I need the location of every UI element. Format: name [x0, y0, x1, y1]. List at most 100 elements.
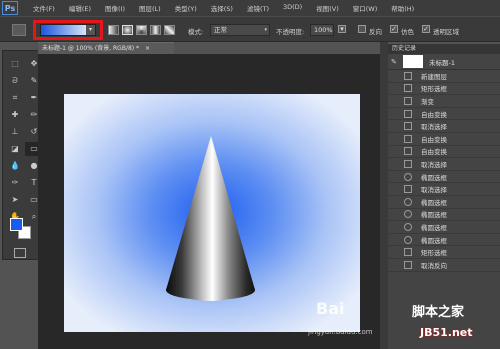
transparency-checkbox[interactable]: ✓: [422, 25, 430, 33]
panel-dock: [380, 42, 388, 349]
document-tab[interactable]: 未标题-1 @ 100% (背景, RGB/8) * ×: [38, 42, 174, 54]
menu-filter[interactable]: 滤镜(T): [240, 3, 276, 13]
history-item[interactable]: 椭圆选框: [388, 234, 500, 247]
history-item-label: 自由变换: [421, 110, 447, 119]
clone-stamp-icon[interactable]: ⊥: [6, 125, 24, 139]
opacity-value: 100%: [314, 26, 333, 34]
history-item-label: 椭圆选框: [421, 223, 447, 232]
history-item-label: 取消选择: [421, 123, 447, 132]
history-item-label: 取消选择: [421, 186, 447, 195]
diamond-gradient-button[interactable]: [164, 25, 175, 35]
history-item[interactable]: 取消选择: [388, 120, 500, 133]
crop-tool-icon[interactable]: ⌗: [6, 91, 24, 105]
lasso-tool-icon[interactable]: ᘐ: [6, 74, 24, 88]
history-list: 新建图层 矩形选框 渐变 自由变换 取消选择 自由变换 自由变换 取消选择 椭圆…: [388, 70, 500, 272]
history-item-label: 椭圆选框: [421, 211, 447, 220]
history-item[interactable]: 取消反向: [388, 259, 500, 272]
menu-help[interactable]: 帮助(H): [384, 3, 421, 13]
history-item[interactable]: 自由变换: [388, 108, 500, 121]
radial-gradient-button[interactable]: [122, 25, 133, 35]
blur-tool-icon[interactable]: 💧: [6, 159, 24, 173]
history-snapshot[interactable]: ✎ 未标题-1: [388, 54, 500, 70]
cone-body: [166, 136, 255, 301]
history-title: 历史记录: [388, 44, 500, 54]
history-item[interactable]: 椭圆选框: [388, 221, 500, 234]
history-item[interactable]: 矩形选框: [388, 83, 500, 96]
mode-select[interactable]: 正常 ▾: [210, 24, 270, 36]
history-brush-icon[interactable]: ✎: [391, 58, 399, 66]
history-item-label: 取消选择: [421, 160, 447, 169]
reverse-checkbox[interactable]: [358, 25, 366, 33]
snapshot-thumbnail: [403, 55, 423, 68]
document-canvas[interactable]: [64, 94, 360, 332]
transparency-label: 透明区域: [433, 28, 459, 36]
menu-window[interactable]: 窗口(W): [346, 3, 385, 13]
menu-items: 文件(F) 编辑(E) 图像(I) 图层(L) 类型(Y) 选择(S) 滤镜(T…: [26, 3, 421, 13]
close-icon[interactable]: ×: [145, 45, 150, 52]
history-item[interactable]: 椭圆选框: [388, 196, 500, 209]
pen-tool-icon[interactable]: ✑: [6, 176, 24, 190]
ellipse-marquee-icon: [404, 210, 412, 219]
healing-brush-icon[interactable]: ✚: [6, 108, 24, 122]
history-item-label: 椭圆选框: [421, 198, 447, 207]
transform-icon: [404, 109, 412, 118]
history-item-label: 渐变: [421, 97, 434, 106]
history-item[interactable]: 椭圆选框: [388, 171, 500, 184]
brand-watermark: 脚本之家: [412, 305, 465, 320]
highlight-box: [33, 20, 103, 40]
marquee-tool-icon[interactable]: ⬚: [6, 57, 24, 71]
angle-gradient-button[interactable]: [136, 25, 147, 35]
menu-image[interactable]: 图像(I): [98, 3, 132, 13]
history-item[interactable]: 自由变换: [388, 146, 500, 159]
history-item-label: 新建图层: [421, 72, 447, 81]
quick-mask-icon[interactable]: [14, 248, 26, 258]
ellipse-marquee-icon: [404, 172, 412, 181]
history-item[interactable]: 椭圆选框: [388, 209, 500, 222]
menu-select[interactable]: 选择(S): [204, 3, 240, 13]
document-title: 未标题-1 @ 100% (背景, RGB/8) *: [42, 45, 140, 52]
dither-checkbox[interactable]: ✓: [390, 25, 398, 33]
marquee-icon: [404, 248, 412, 257]
history-item-label: 矩形选框: [421, 85, 447, 94]
reverse-label: 反向: [369, 28, 382, 36]
path-select-icon[interactable]: ➤: [6, 193, 24, 207]
history-item[interactable]: 自由变换: [388, 133, 500, 146]
history-item-label: 自由变换: [421, 148, 447, 157]
history-item[interactable]: 取消选择: [388, 183, 500, 196]
gradient-icon: [404, 96, 412, 105]
history-item-label: 取消反向: [421, 261, 447, 270]
history-item-label: 矩形选框: [421, 249, 447, 258]
history-item[interactable]: 矩形选框: [388, 246, 500, 259]
domain-watermark: JB51.net: [420, 326, 473, 339]
tool-preset-picker[interactable]: [12, 24, 26, 36]
eraser-tool-icon[interactable]: ◪: [6, 142, 24, 156]
cone-shape: [166, 136, 255, 301]
menu-type[interactable]: 类型(Y): [168, 3, 204, 13]
dither-label: 仿色: [401, 28, 414, 36]
history-item[interactable]: 渐变: [388, 95, 500, 108]
menu-view[interactable]: 视图(V): [309, 3, 346, 13]
history-item-label: 椭圆选框: [421, 173, 447, 182]
menu-file[interactable]: 文件(F): [26, 3, 62, 13]
transform-icon: [404, 147, 412, 156]
linear-gradient-button[interactable]: [108, 25, 119, 35]
history-item[interactable]: 取消选择: [388, 158, 500, 171]
snapshot-label: 未标题-1: [429, 58, 455, 67]
opacity-input[interactable]: 100%: [310, 24, 334, 36]
menu-3d[interactable]: 3D(D): [276, 3, 309, 13]
ellipse-marquee-icon: [404, 235, 412, 244]
reflected-gradient-button[interactable]: [150, 25, 161, 35]
menu-edit[interactable]: 编辑(E): [62, 3, 98, 13]
ellipse-marquee-icon: [404, 197, 412, 206]
history-item-label: 椭圆选框: [421, 236, 447, 245]
ellipse-marquee-icon: [404, 222, 412, 231]
menu-bar: Ps 文件(F) 编辑(E) 图像(I) 图层(L) 类型(Y) 选择(S) 滤…: [0, 0, 500, 16]
opacity-label: 不透明度:: [276, 28, 305, 36]
mode-label: 模式:: [188, 28, 204, 36]
layer-icon: [404, 71, 412, 80]
menu-layer[interactable]: 图层(L): [132, 3, 168, 13]
foreground-color-swatch[interactable]: [10, 218, 23, 231]
history-item[interactable]: 新建图层: [388, 70, 500, 83]
opacity-dropdown[interactable]: ▾: [338, 25, 346, 33]
cone-base: [166, 280, 255, 300]
